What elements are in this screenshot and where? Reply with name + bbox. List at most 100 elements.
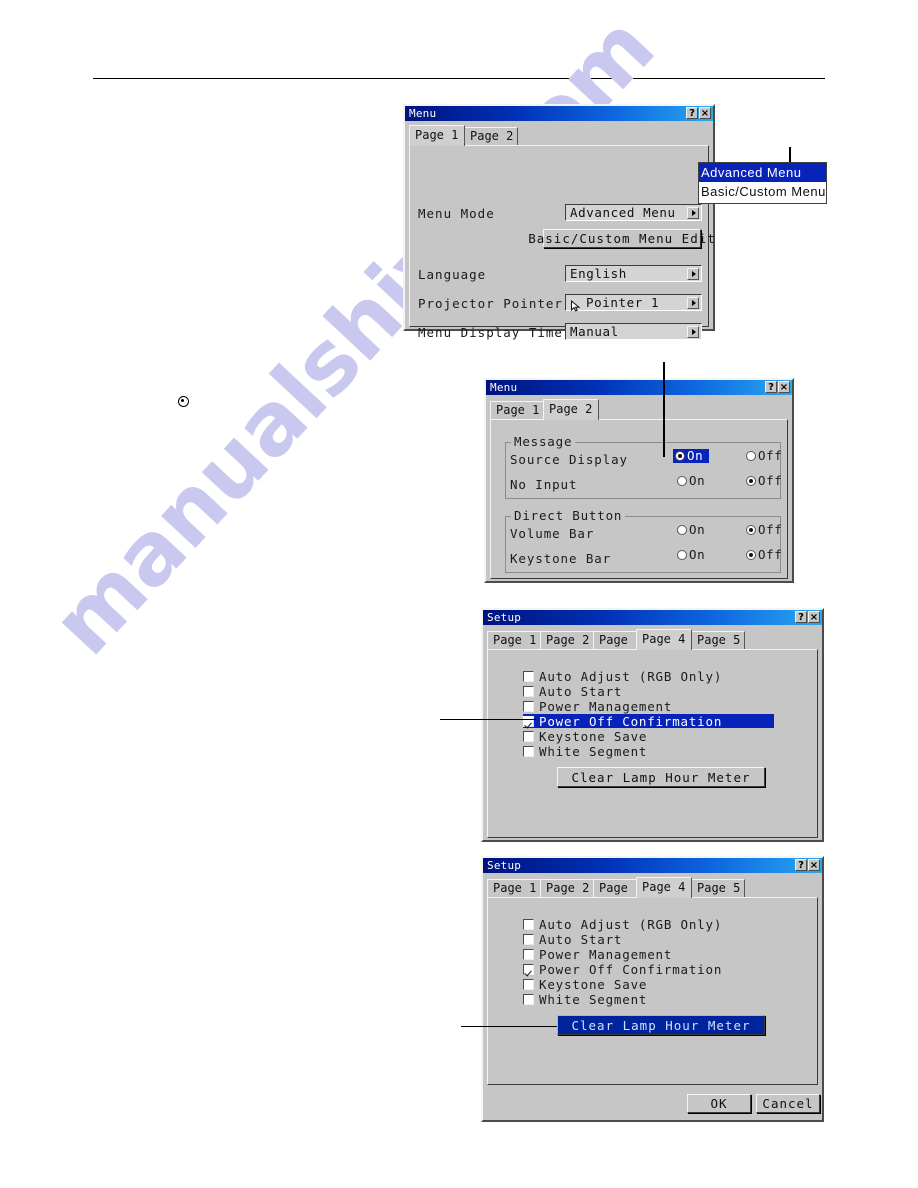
checkbox-keystone-save[interactable]: Keystone Save [523,729,647,743]
radio-bullet-marker [178,396,189,407]
checkbox-white-segment[interactable]: White Segment [523,744,647,758]
checkbox-power-off-confirmation[interactable]: Power Off Confirmation [523,962,722,976]
checkbox-icon [523,918,534,930]
tab-page-4[interactable]: Page 4 [636,877,692,898]
ok-button[interactable]: OK [687,1094,751,1113]
close-icon[interactable]: × [778,381,790,393]
tab-page-1[interactable]: Page 1 [487,631,541,649]
radio-dot-icon [677,550,687,560]
help-icon[interactable]: ? [795,859,807,871]
checkbox-icon [523,993,534,1005]
checkbox-label: Auto Adjust (RGB Only) [539,668,723,684]
tab-page-4[interactable]: Page 4 [636,629,692,650]
checkbox-white-segment[interactable]: White Segment [523,992,647,1006]
radio-dot-icon [746,550,756,560]
help-icon[interactable]: ? [686,107,698,119]
checkbox-power-management[interactable]: Power Management [523,699,672,713]
chevron-right-icon[interactable] [687,325,699,338]
tab-page-5[interactable]: Page 5 [691,879,745,897]
chevron-right-icon[interactable] [687,206,699,219]
label-menu-display-time: Menu Display Time [418,325,563,340]
checkbox-label: Keystone Save [539,728,648,744]
checkbox-auto-start[interactable]: Auto Start [523,684,622,698]
titlebar-buttons[interactable]: ? × [795,859,820,871]
menu-dialog-page1[interactable]: Menu ? × Page 1 Page 2 Menu Mode Advance… [403,104,715,340]
help-icon[interactable]: ? [765,381,777,393]
tab-page-5[interactable]: Page 5 [691,631,745,649]
checkbox-icon [523,715,534,727]
keystone-bar-on-radio[interactable]: On [677,547,706,562]
radio-dot-icon [677,525,687,535]
tabstrip[interactable]: Page 1 Page 2 [409,125,713,146]
menu-dialog-page2[interactable]: Menu ? × Page 1 Page 2 Message Source Di… [484,378,794,583]
no-input-on-radio[interactable]: On [677,473,706,488]
checkbox-power-off-confirmation[interactable]: Power Off Confirmation [523,714,774,728]
radio-label: On [689,473,706,488]
checkbox-auto-adjust[interactable]: Auto Adjust (RGB Only) [523,917,722,931]
label-keystone-bar: Keystone Bar [510,551,612,566]
window-title: Menu [490,381,518,394]
checkbox-keystone-save[interactable]: Keystone Save [523,977,647,991]
tab-page-2[interactable]: Page 2 [464,127,518,145]
setup-dialog-button-highlight[interactable]: Setup ? × Page 1 Page 2 Page 3 Page 4 Pa… [481,856,824,1122]
tabstrip[interactable]: Page 1 Page 2 [490,399,792,420]
checkbox-icon [523,933,534,945]
tab-page-2[interactable]: Page 2 [540,879,594,897]
titlebar: Menu ? × [486,380,792,395]
header-rule [93,78,825,79]
menu-display-time-combo[interactable]: Manual [565,323,702,340]
checkbox-power-management[interactable]: Power Management [523,947,672,961]
checkbox-label: Power Off Confirmation [539,961,723,977]
setup-dialog-checkbox-highlight[interactable]: Setup ? × Page 1 Page 2 Page 3 Page 4 Pa… [481,608,824,842]
menu-mode-value: Advanced Menu [570,204,676,220]
tab-page-1[interactable]: Page 1 [487,879,541,897]
callout-line-clear-lamp-hour-meter [461,1026,557,1027]
close-icon[interactable]: × [808,611,820,623]
chevron-right-icon[interactable] [687,296,699,309]
projector-pointer-combo[interactable]: Pointer 1 [565,294,702,312]
source-display-on-radio[interactable]: On [673,449,710,463]
tabstrip[interactable]: Page 1 Page 2 Page 3 Page 4 Page 5 [487,877,822,898]
checkbox-auto-adjust[interactable]: Auto Adjust (RGB Only) [523,669,722,683]
close-icon[interactable]: × [699,107,711,119]
titlebar-buttons[interactable]: ? × [795,611,820,623]
titlebar-buttons[interactable]: ? × [686,107,711,119]
no-input-off-radio[interactable]: Off [746,473,783,488]
tabstrip[interactable]: Page 1 Page 2 Page 3 Page 4 Page 5 [487,629,822,650]
clear-lamp-hour-meter-button[interactable]: Clear Lamp Hour Meter [557,1015,765,1035]
menu-mode-dropdown-list[interactable]: Advanced Menu Basic/Custom Menu [698,162,827,204]
source-display-off-radio[interactable]: Off [746,449,782,462]
window-title: Menu [409,107,437,120]
clear-lamp-hour-meter-button[interactable]: Clear Lamp Hour Meter [557,767,765,787]
help-icon[interactable]: ? [795,611,807,623]
keystone-bar-off-radio[interactable]: Off [746,547,783,562]
label-volume-bar: Volume Bar [510,526,595,541]
cancel-button[interactable]: Cancel [756,1094,820,1113]
checkbox-icon [523,745,534,757]
chevron-right-icon[interactable] [687,267,699,280]
tab-page-1[interactable]: Page 1 [409,125,465,146]
basic-custom-menu-edit-button[interactable]: Basic/Custom Menu Edit [528,229,715,248]
checkbox-auto-start[interactable]: Auto Start [523,932,622,946]
dropdown-option-advanced-menu[interactable]: Advanced Menu [699,163,826,182]
dropdown-option-basic-custom-menu[interactable]: Basic/Custom Menu [699,182,826,201]
titlebar-buttons[interactable]: ? × [765,381,790,393]
checkbox-label: Auto Start [539,931,623,947]
dialog-footer: OK Cancel [483,1092,822,1120]
radio-label: Off [758,473,783,488]
direct-button-group-label: Direct Button [511,508,626,523]
tab-page-1[interactable]: Page 1 [490,401,544,419]
volume-bar-on-radio[interactable]: On [677,523,705,536]
projector-pointer-value: Pointer 1 [586,294,660,310]
checkbox-label: Keystone Save [539,976,648,992]
close-icon[interactable]: × [808,859,820,871]
radio-label: Off [758,547,783,562]
radio-label: On [689,547,706,562]
checkbox-label: Power Management [539,698,673,714]
label-projector-pointer: Projector Pointer [418,296,563,311]
tab-page-2[interactable]: Page 2 [543,399,599,420]
tab-page-2[interactable]: Page 2 [540,631,594,649]
menu-mode-combo[interactable]: Advanced Menu [565,204,702,221]
language-combo[interactable]: English [565,265,702,282]
volume-bar-off-radio[interactable]: Off [746,523,782,536]
